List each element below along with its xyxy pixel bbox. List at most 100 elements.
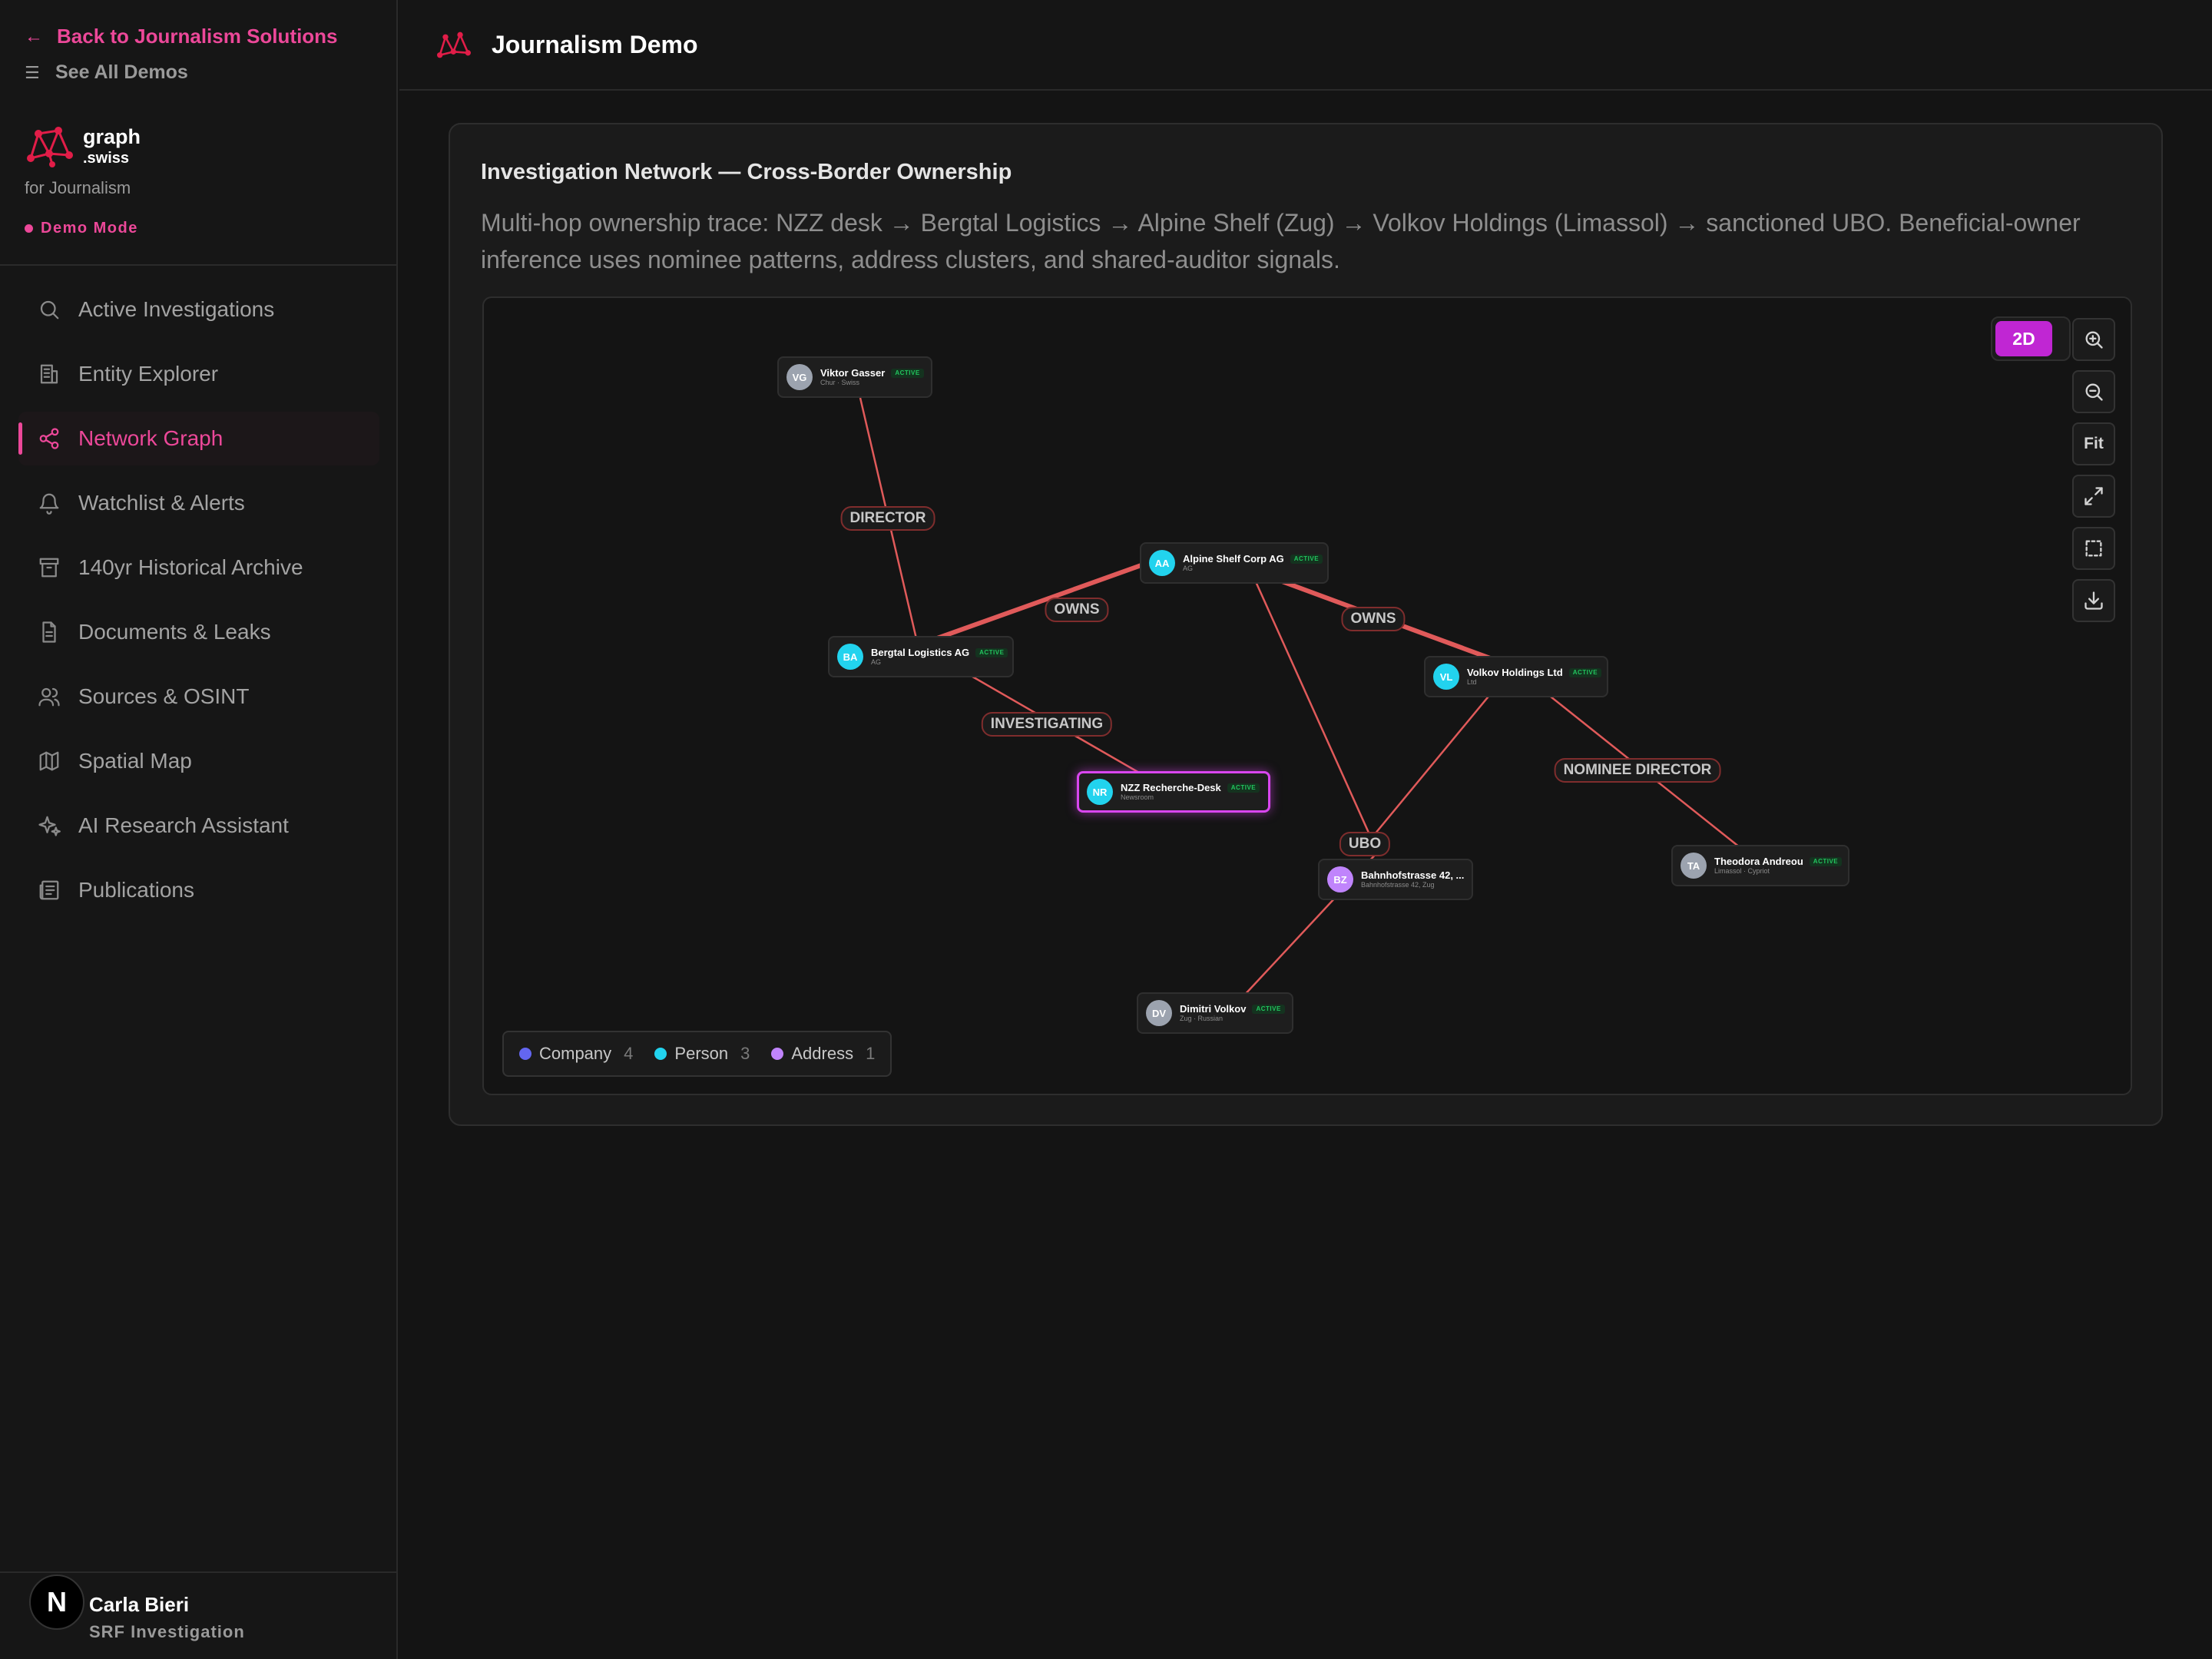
brand-subtitle: for Journalism: [25, 178, 131, 197]
legend-count: 1: [866, 1044, 876, 1063]
user-name: Carla Bieri: [89, 1593, 190, 1616]
status-badge: ACTIVE: [891, 369, 924, 378]
fullscreen-button[interactable]: [2072, 475, 2115, 518]
demo-mode-label: Demo Mode: [41, 220, 138, 237]
sidebar-item-sources-osint[interactable]: Sources & OSINT: [18, 670, 379, 724]
sidebar-item-label: Documents & Leaks: [78, 620, 271, 644]
newspaper-icon: [37, 878, 61, 902]
building-icon: [37, 362, 61, 386]
status-badge: ACTIVE: [1568, 668, 1602, 677]
user-divider: [0, 1571, 398, 1573]
graph-node-bahnhofstrasse-address[interactable]: BZ Bahnhofstrasse 42, ... Bahnhofstrasse …: [1318, 859, 1473, 900]
legend-label: Company: [539, 1044, 612, 1063]
zoom-out-icon: [2085, 383, 2103, 401]
graph-node-nzz-recherche-desk[interactable]: NR NZZ Recherche-Desk ACTIVE Newsroom: [1077, 771, 1270, 813]
list-icon: ☰: [25, 62, 40, 82]
legend-item-person[interactable]: Person 3: [654, 1044, 750, 1064]
status-badge: ACTIVE: [975, 648, 1008, 657]
status-badge: ACTIVE: [1290, 555, 1323, 564]
sidebar-item-network-graph[interactable]: Network Graph: [18, 412, 379, 465]
page-title: Journalism Demo: [492, 31, 698, 58]
user-role: SRF Investigation: [89, 1622, 245, 1641]
download-icon: [2085, 591, 2103, 610]
brand-tld: .swiss: [83, 149, 130, 167]
legend-item-company[interactable]: Company 4: [519, 1044, 633, 1064]
sidebar-item-label: Watchlist & Alerts: [78, 491, 245, 515]
sidebar-item-entity-explorer[interactable]: Entity Explorer: [18, 347, 379, 401]
edge-label-director: DIRECTOR: [840, 506, 935, 531]
edge-label-ubo: UBO: [1339, 832, 1391, 856]
sidebar-item-historical-archive[interactable]: 140yr Historical Archive: [18, 541, 379, 594]
sidebar-item-active-investigations[interactable]: Active Investigations: [18, 283, 379, 336]
legend-item-address[interactable]: Address 1: [771, 1044, 875, 1064]
node-name: Viktor Gasser: [820, 367, 886, 379]
graph-edges: [859, 397, 1740, 1021]
graph-node-dimitri-volkov[interactable]: DV Dimitri Volkov ACTIVE Zug · Russian: [1137, 992, 1293, 1034]
sidebar-item-spatial-map[interactable]: Spatial Map: [18, 734, 379, 788]
brand-name: graph: [83, 124, 141, 148]
node-name: Volkov Holdings Ltd: [1467, 667, 1563, 678]
sidebar-nav: Active Investigations Entity Explorer Ne…: [18, 283, 379, 928]
back-to-solutions-link[interactable]: ← Back to Journalism Solutions: [25, 25, 338, 48]
node-subtitle: Newsroom: [1121, 793, 1154, 801]
status-badge: ACTIVE: [1252, 1005, 1285, 1014]
brand-logo: graph .swiss: [25, 123, 141, 169]
investigation-network-card: Investigation Network — Cross-Border Own…: [449, 123, 2163, 1126]
node-avatar: TA: [1681, 853, 1707, 879]
node-subtitle: Chur · Swiss: [820, 379, 860, 386]
sidebar-item-ai-research-assistant[interactable]: AI Research Assistant: [18, 799, 379, 853]
legend-count: 4: [624, 1044, 634, 1063]
sparkles-icon: [37, 813, 61, 838]
sidebar-item-label: Entity Explorer: [78, 362, 219, 386]
share-nodes-icon: [37, 426, 61, 451]
status-dot-icon: [25, 224, 33, 233]
graph-node-alpine-shelf[interactable]: AA Alpine Shelf Corp AG ACTIVE AG: [1140, 542, 1329, 584]
status-badge: ACTIVE: [1809, 857, 1843, 866]
avatar[interactable]: N: [29, 1575, 84, 1630]
select-area-button[interactable]: [2072, 527, 2115, 570]
demo-mode-indicator: Demo Mode: [25, 220, 138, 237]
fit-button[interactable]: Fit: [2072, 422, 2115, 465]
node-subtitle: Limassol · Cypriot: [1714, 867, 1770, 875]
users-icon: [37, 684, 61, 709]
sidebar: ← Back to Journalism Solutions ☰ See All…: [0, 0, 398, 1659]
view-mode-toggle: 2D: [1991, 316, 2071, 361]
node-name: Theodora Andreou: [1714, 856, 1803, 867]
node-avatar: DV: [1146, 1000, 1172, 1026]
sidebar-item-watchlist-alerts[interactable]: Watchlist & Alerts: [18, 476, 379, 530]
sidebar-item-label: Network Graph: [78, 426, 224, 450]
network-graph-canvas[interactable]: DIRECTOR OWNS OWNS INVESTIGATING NOMINEE…: [482, 296, 2132, 1095]
graph-node-volkov-holdings[interactable]: VL Volkov Holdings Ltd ACTIVE Ltd: [1424, 656, 1608, 697]
see-all-demos-label: See All Demos: [55, 61, 188, 83]
edge-label-owns: OWNS: [1341, 607, 1406, 631]
sidebar-item-label: Active Investigations: [78, 297, 275, 321]
sidebar-item-label: Spatial Map: [78, 749, 192, 773]
zoom-out-button[interactable]: [2072, 370, 2115, 413]
sidebar-item-documents-leaks[interactable]: Documents & Leaks: [18, 605, 379, 659]
graph-legend: Company 4 Person 3 Address 1: [502, 1031, 892, 1077]
map-icon: [37, 749, 61, 773]
graph-node-bergtal-logistics[interactable]: BA Bergtal Logistics AG ACTIVE AG: [828, 636, 1014, 677]
sidebar-item-publications[interactable]: Publications: [18, 863, 379, 917]
download-button[interactable]: [2072, 579, 2115, 622]
node-subtitle: Zug · Russian: [1180, 1015, 1224, 1022]
node-avatar: BA: [837, 644, 863, 670]
graph-node-theodora-andreou[interactable]: TA Theodora Andreou ACTIVE Limassol · Cypr…: [1671, 845, 1849, 886]
status-badge: ACTIVE: [1227, 783, 1260, 793]
mode-2d-button[interactable]: 2D: [1995, 321, 2052, 356]
arrow-left-icon: ←: [25, 25, 43, 47]
graph-logo-icon: [437, 31, 471, 58]
node-avatar: BZ: [1327, 866, 1353, 892]
zoom-in-button[interactable]: [2072, 318, 2115, 361]
legend-label: Person: [674, 1044, 729, 1063]
see-all-demos-link[interactable]: ☰ See All Demos: [25, 61, 188, 84]
card-title: Investigation Network — Cross-Border Own…: [481, 160, 1012, 184]
graph-node-viktor-gasser[interactable]: VG Viktor Gasser ACTIVE Chur · Swiss: [777, 356, 932, 398]
card-description: Multi-hop ownership trace: NZZ desk → Be…: [481, 209, 2081, 273]
node-name: Bahnhofstrasse 42, ...: [1361, 869, 1465, 881]
node-name: Dimitri Volkov: [1180, 1003, 1247, 1015]
archive-icon: [37, 555, 61, 580]
bell-icon: [37, 491, 61, 515]
search-icon: [37, 297, 61, 322]
node-avatar: NR: [1087, 779, 1113, 805]
